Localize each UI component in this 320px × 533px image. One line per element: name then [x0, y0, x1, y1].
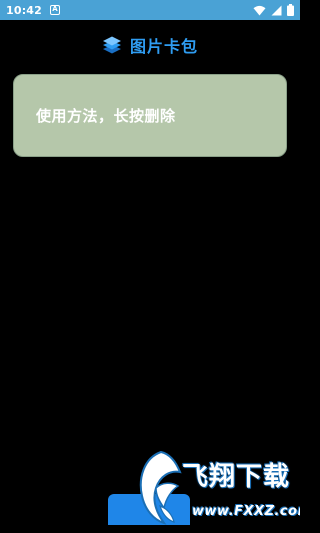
signal-icon	[271, 5, 282, 15]
page-title: 图片卡包	[129, 37, 198, 56]
status-bar: 10:42 A	[0, 0, 300, 20]
notification-icon: A	[50, 5, 61, 15]
status-icons	[253, 4, 294, 16]
app-screen: 10:42 A 图片卡包 使用方法，长按删除 飞翔下载 www.FXXZ.com	[0, 0, 300, 533]
status-time: 10:42	[6, 3, 43, 17]
stack-layers-icon	[102, 36, 121, 54]
tip-card[interactable]: 使用方法，长按删除	[13, 74, 287, 157]
watermark: 飞翔下载 www.FXXZ.com	[136, 448, 300, 528]
battery-icon	[287, 4, 294, 16]
watermark-logo-icon	[139, 450, 182, 525]
app-header: 图片卡包	[0, 31, 300, 59]
watermark-url: www.FXXZ.com	[192, 504, 300, 519]
tip-card-text: 使用方法，长按删除	[36, 107, 176, 125]
wifi-icon	[253, 5, 266, 15]
watermark-text: 飞翔下载	[182, 462, 291, 492]
